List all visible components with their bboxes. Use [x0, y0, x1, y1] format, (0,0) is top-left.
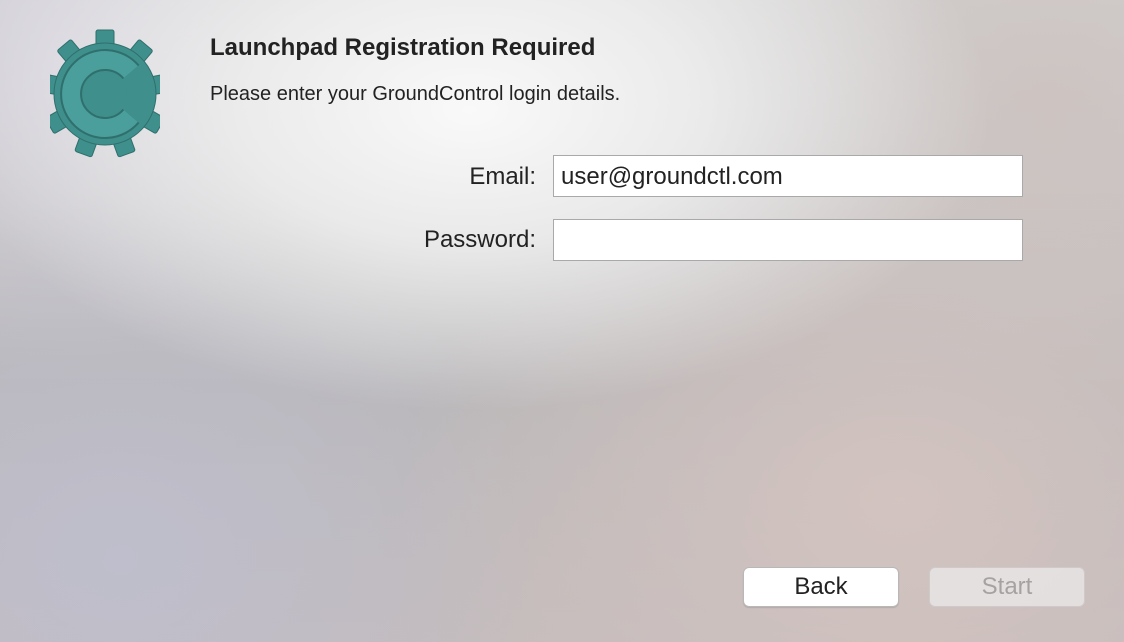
- password-field[interactable]: [553, 219, 1023, 261]
- start-button[interactable]: Start: [929, 567, 1085, 607]
- page-title: Launchpad Registration Required: [210, 34, 596, 61]
- email-field[interactable]: [553, 155, 1023, 197]
- email-label: Email:: [469, 163, 536, 190]
- groundcontrol-logo-icon: [40, 28, 170, 160]
- back-button[interactable]: Back: [743, 567, 899, 607]
- password-label: Password:: [423, 226, 536, 253]
- page-subtitle: Please enter your GroundControl login de…: [210, 83, 621, 105]
